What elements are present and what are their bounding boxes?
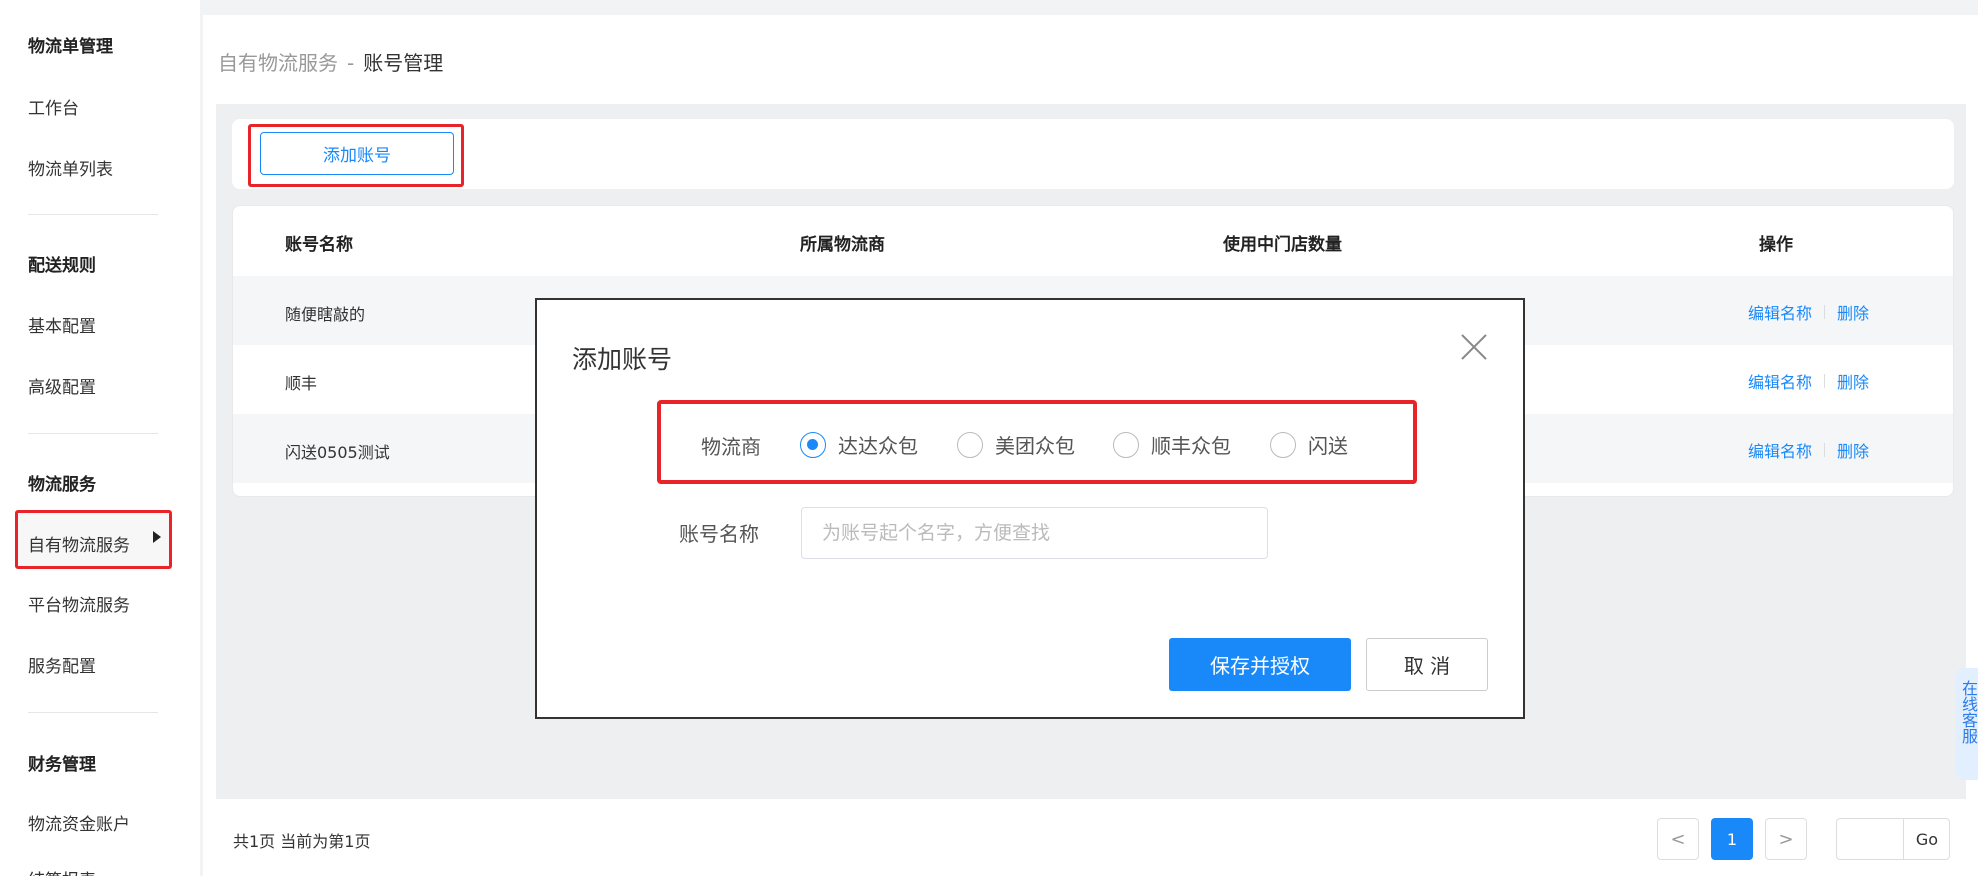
sidebar-group-finance: 财务管理 (28, 755, 96, 775)
cancel-button[interactable]: 取 消 (1366, 638, 1488, 691)
sidebar-item-basic-config[interactable]: 基本配置 (28, 312, 96, 337)
page-jump-input[interactable] (1839, 821, 1899, 857)
sidebar-item-workbench[interactable]: 工作台 (28, 94, 79, 119)
sidebar: 物流单管理 工作台 物流单列表 配送规则 基本配置 高级配置 物流服务 自有物流… (0, 0, 200, 876)
action-divider (1824, 305, 1826, 319)
carrier-option-dada[interactable]: 达达众包 (800, 430, 918, 459)
action-divider (1824, 374, 1826, 388)
column-header-account-name: 账号名称 (285, 235, 353, 255)
go-button[interactable]: Go (1903, 819, 1951, 859)
add-account-button[interactable]: 添加账号 (260, 132, 454, 175)
carrier-option-label: 达达众包 (838, 434, 918, 458)
page-jump: Go (1836, 818, 1950, 860)
radio-unchecked-icon (957, 431, 983, 458)
sidebar-divider (28, 712, 158, 713)
radio-checked-icon (800, 431, 826, 458)
toolbar-card (232, 119, 1954, 189)
pagination-summary: 共1页 当前为第1页 (233, 832, 371, 851)
row-actions: 编辑名称 删除 (1748, 369, 1869, 393)
prev-page-button[interactable]: < (1657, 818, 1699, 860)
sidebar-item-advanced-config[interactable]: 高级配置 (28, 373, 96, 398)
carrier-option-shansong[interactable]: 闪送 (1270, 430, 1348, 459)
edit-name-link[interactable]: 编辑名称 (1748, 369, 1812, 393)
save-authorize-button[interactable]: 保存并授权 (1169, 638, 1351, 691)
delete-link[interactable]: 删除 (1837, 369, 1869, 393)
sidebar-item-own-logistics[interactable]: 自有物流服务 (28, 531, 130, 556)
carrier-option-meituan[interactable]: 美团众包 (957, 430, 1075, 459)
carrier-option-label: 闪送 (1308, 434, 1348, 458)
column-header-actions: 操作 (1759, 235, 1793, 255)
action-divider (1824, 443, 1826, 457)
next-page-button[interactable]: > (1765, 818, 1807, 860)
account-name-cell: 随便瞎敲的 (285, 305, 366, 324)
row-actions: 编辑名称 删除 (1748, 300, 1869, 324)
carrier-option-sf[interactable]: 顺丰众包 (1113, 430, 1231, 459)
breadcrumb-parent[interactable]: 自有物流服务 (218, 51, 338, 75)
delete-link[interactable]: 删除 (1837, 300, 1869, 324)
account-name-input[interactable] (801, 507, 1268, 559)
edit-name-link[interactable]: 编辑名称 (1748, 300, 1812, 324)
sidebar-group-logistics-services: 物流服务 (28, 475, 96, 495)
sidebar-group-logistics-orders: 物流单管理 (28, 37, 113, 57)
sidebar-item-settlement-report[interactable]: 结算报表 (28, 866, 96, 876)
close-icon[interactable] (1459, 332, 1489, 362)
account-name-cell: 顺丰 (285, 374, 318, 393)
breadcrumb-current: 账号管理 (363, 51, 444, 75)
column-header-store-count: 使用中门店数量 (1223, 235, 1342, 255)
carrier-label: 物流商 (701, 435, 761, 459)
carrier-option-label: 顺丰众包 (1151, 434, 1231, 458)
row-actions: 编辑名称 删除 (1748, 438, 1869, 462)
breadcrumb-separator: - (347, 51, 355, 75)
carrier-option-label: 美团众包 (995, 434, 1075, 458)
sidebar-item-order-list[interactable]: 物流单列表 (28, 155, 113, 180)
account-name-label: 账号名称 (679, 522, 759, 546)
breadcrumb: 自有物流服务 - 账号管理 (218, 47, 443, 76)
sidebar-group-delivery-rules: 配送规则 (28, 256, 96, 276)
add-account-modal: 添加账号 物流商 达达众包 美团众包 顺丰众包 闪送 账号名称 保存并授权 取 … (535, 298, 1525, 719)
modal-title: 添加账号 (572, 345, 673, 374)
sidebar-item-fund-account[interactable]: 物流资金账户 (28, 810, 130, 835)
sidebar-divider (28, 433, 158, 434)
page-1-button[interactable]: 1 (1711, 818, 1753, 860)
sidebar-divider (28, 214, 158, 215)
account-name-cell: 闪送0505测试 (285, 443, 390, 462)
online-service-label: 在线客服 (1959, 680, 1978, 744)
caret-right-icon (153, 531, 161, 543)
online-service-tab[interactable]: 在线客服 (1955, 668, 1978, 780)
edit-name-link[interactable]: 编辑名称 (1748, 438, 1812, 462)
delete-link[interactable]: 删除 (1837, 438, 1869, 462)
sidebar-item-service-config[interactable]: 服务配置 (28, 652, 96, 677)
radio-unchecked-icon (1113, 431, 1139, 458)
column-header-carrier: 所属物流商 (800, 235, 885, 255)
radio-unchecked-icon (1270, 431, 1296, 458)
sidebar-item-platform-logistics[interactable]: 平台物流服务 (28, 591, 130, 616)
